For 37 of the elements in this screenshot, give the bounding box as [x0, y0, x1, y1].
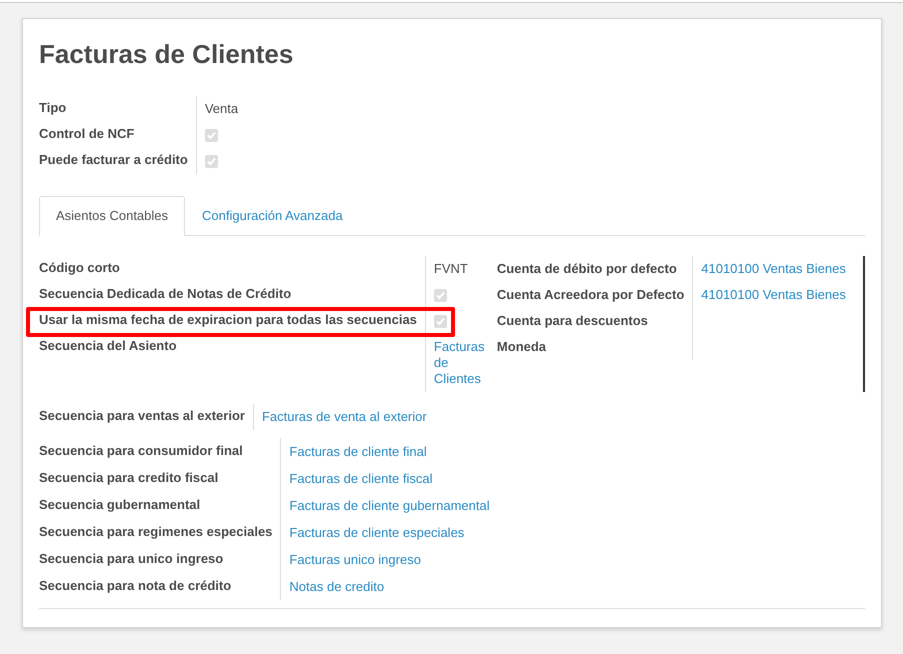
field-value: Venta: [204, 101, 238, 116]
field-link[interactable]: Facturas de cliente final: [289, 444, 857, 460]
tab[interactable]: Asientos Contables: [39, 196, 186, 236]
field-link[interactable]: Facturas de venta al exterior: [262, 409, 857, 425]
form-title: Facturas de Clientes: [39, 39, 294, 70]
field-label: Control de NCF: [39, 126, 134, 141]
field-label: Secuencia para unico ingreso: [39, 551, 224, 566]
field-label: Código corto: [39, 260, 120, 275]
field-link[interactable]: Facturas de Clientes: [434, 339, 483, 387]
field-link[interactable]: Facturas de cliente especiales: [289, 525, 857, 541]
field-label: Secuencia gubernamental: [39, 497, 200, 512]
field-label: Cuenta de débito por defecto: [496, 261, 677, 276]
field-link[interactable]: Facturas unico ingreso: [289, 552, 857, 568]
field-label: Secuencia para nota de crédito: [39, 578, 232, 593]
field-value: FVNT: [434, 261, 468, 276]
field-label: Moneda: [496, 339, 546, 354]
field-label: Secuencia Dedicada de Notas de Crédito: [39, 286, 292, 301]
field-link[interactable]: Facturas de cliente fiscal: [289, 471, 857, 487]
field-label: Tipo: [39, 100, 66, 115]
field-label: Secuencia del Asiento: [39, 338, 177, 353]
field-label: Cuenta para descuentos: [496, 313, 648, 328]
field-label: Secuencia para ventas al exterior: [39, 408, 245, 423]
field-label: Cuenta Acreedora por Defecto: [496, 287, 684, 302]
checkbox[interactable]: [204, 129, 218, 142]
field-label: Usar la misma fecha de expiracion para todas las secuencias: [39, 312, 417, 327]
field-label: Puede facturar a crédito: [39, 152, 188, 167]
field-link[interactable]: Facturas de cliente gubernamental: [289, 498, 857, 514]
field-link[interactable]: 41010100 Ventas Bienes: [701, 287, 855, 303]
field-label: Secuencia para regimenes especiales: [39, 524, 272, 539]
checkbox[interactable]: [434, 315, 447, 328]
checkbox[interactable]: [204, 155, 218, 168]
field-label: Secuencia para credito fiscal: [39, 470, 218, 485]
field-link[interactable]: 41010100 Ventas Bienes: [701, 261, 855, 277]
field-link[interactable]: Notas de credito: [289, 579, 857, 595]
tab[interactable]: Configuración Avanzada: [185, 196, 360, 236]
checkbox[interactable]: [434, 289, 447, 302]
field-label: Secuencia para consumidor final: [39, 443, 243, 458]
